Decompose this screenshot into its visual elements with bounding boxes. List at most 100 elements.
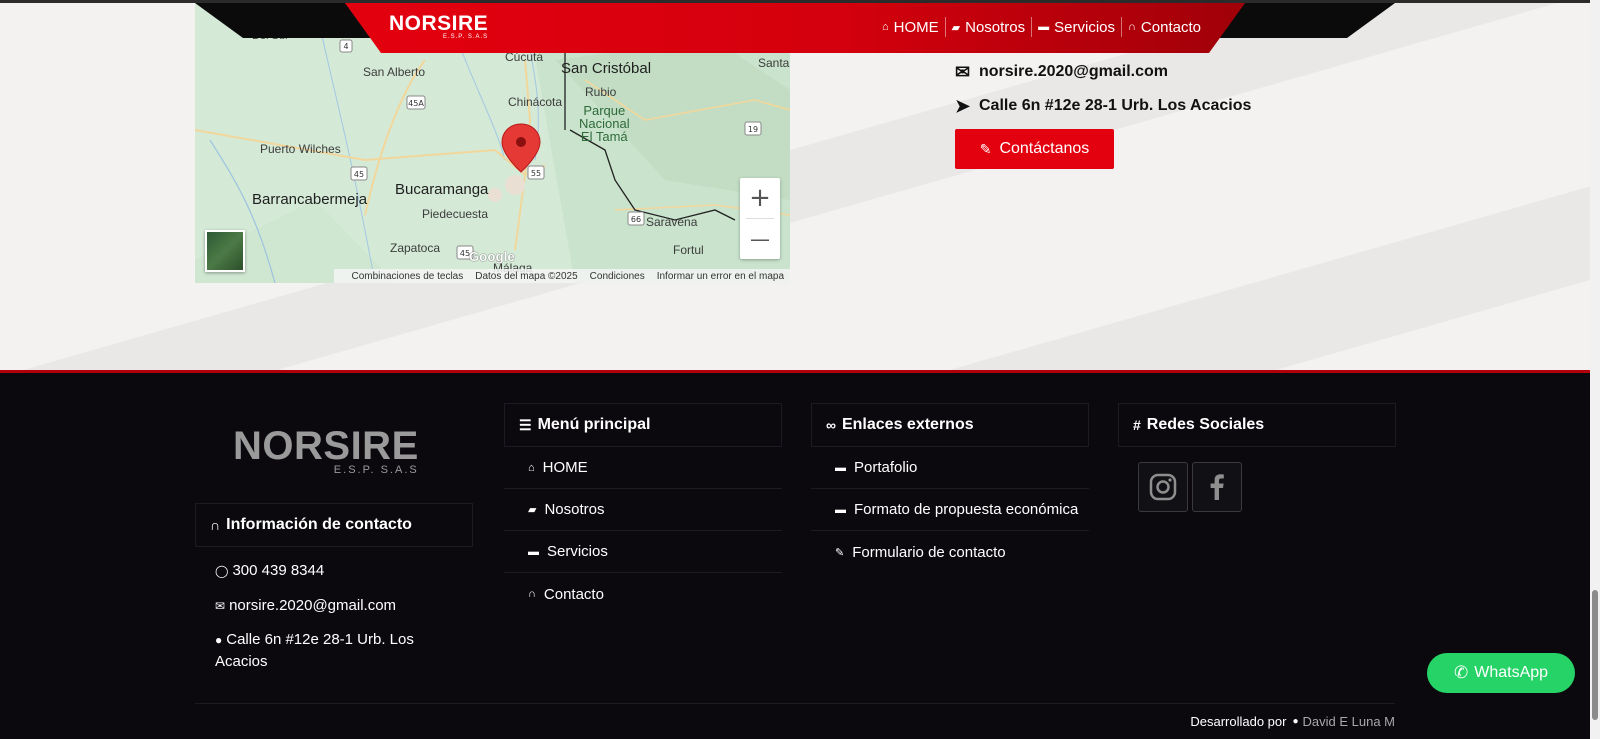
nav-link-contacto[interactable]: ∩ Contacto [1122,16,1207,38]
headset-icon: ∩ [528,588,536,600]
map-label-chinacota: Chinácota [508,95,563,109]
whatsapp-label: WhatsApp [1474,664,1549,681]
top-rule [0,0,1600,3]
contact-us-label: Contáctanos [999,140,1090,157]
contact-info: ✉ norsire.2020@gmail.com ➤ Calle 6n #12e… [955,55,1251,123]
contact-email-row: ✉ norsire.2020@gmail.com [955,55,1251,89]
map-label-zapatoca: Zapatoca [390,241,441,255]
map-label-santa: Santa [758,56,790,70]
footer-links-heading: ∞ Enlaces externos [811,403,1089,447]
home-icon: ⌂ [528,461,535,474]
footer-menu-item-nosotros[interactable]: ▰ Nosotros [504,489,782,531]
envelope-icon: ✉ [955,61,971,82]
map-label-parque: Parque Nacional El Tamá [579,103,630,144]
folder-open-icon: ▬ [835,461,846,474]
nav-link-home[interactable]: ⌂ HOME [876,16,945,38]
contact-us-button[interactable]: ✎ Contáctanos [955,129,1114,169]
nav-link-nosotros[interactable]: ▰ Nosotros [946,16,1032,38]
folder-open-icon: ▬ [1038,21,1050,33]
footer-link-label: Formato de propuesta económica [854,501,1079,518]
footer-contact-section: ∩ Información de contacto [195,503,473,547]
google-logo: Google [469,249,515,264]
nav-link-label: Contacto [1140,18,1201,36]
folder-open-icon: ▬ [835,503,846,516]
map-footer: Combinaciones de teclas Datos del mapa ©… [333,269,790,283]
zoom-in-button[interactable]: + [740,178,780,218]
footer-menu-column: ☰ Menú principal ⌂ HOME ▰ Nosotros ▬ Ser… [504,403,782,615]
instagram-icon [1149,473,1177,501]
facebook-icon [1210,474,1224,500]
navbar-links: ⌂ HOME ▰ Nosotros ▬ Servicios ∩ Contacto [876,16,1207,38]
footer-contact-heading: ∩ Información de contacto [195,503,473,547]
credits-author[interactable]: David E Luna M [1303,714,1396,729]
footer-menu-label: Servicios [547,543,608,560]
map-zoom-control: + — [740,178,780,259]
whatsapp-button[interactable]: ✆ WhatsApp [1427,653,1575,693]
instagram-button[interactable] [1138,462,1188,512]
whatsapp-icon: ◯ [215,564,229,578]
satellite-view-toggle[interactable] [205,230,245,272]
chat-bubble-icon: ▰ [951,21,961,34]
footer-link-portafolio[interactable]: ▬ Portafolio [811,447,1089,489]
map-label-saravena: Saravena [646,215,698,229]
footer-link-label: Formulario de contacto [852,543,1006,561]
location-arrow-icon: ➤ [955,95,971,116]
edit-icon: ✎ [979,140,992,157]
footer-menu-item-servicios[interactable]: ▬ Servicios [504,531,782,573]
footer-links-column: ∞ Enlaces externos ▬ Portafolio ▬ Format… [811,403,1089,573]
contact-email: norsire.2020@gmail.com [979,63,1169,80]
scrollbar-thumb[interactable] [1592,590,1598,720]
page-scrollbar[interactable] [1590,0,1600,739]
terms-link[interactable]: Condiciones [590,271,645,282]
footer-phone-text: 300 439 8344 [232,562,325,579]
contact-section: Del Sur Cúcuta San Cristóbal San Alberto… [0,0,1600,370]
footer-logo-name: NORSIRE [233,424,419,468]
map-label-san-cristobal: San Cristóbal [561,60,652,77]
footer-contact-heading-text: Información de contacto [226,516,412,533]
navbar-logo[interactable]: NORSIRE E.S.P. S.A.S [389,12,489,41]
edit-icon: ✎ [835,546,845,559]
hashtag-icon: # [1133,417,1141,433]
map-label-bucaramanga: Bucaramanga [395,181,489,198]
footer-logo[interactable]: NORSIRE E.S.P. S.A.S [233,426,419,476]
footer-email[interactable]: ✉ norsire.2020@gmail.com [215,595,435,617]
nav-link-servicios[interactable]: ▬ Servicios [1032,16,1121,38]
list-icon: ☰ [519,416,532,433]
contact-address: Calle 6n #12e 28-1 Urb. Los Acacios [979,97,1252,114]
google-logo-text: Google [469,249,515,264]
footer-divider [195,703,1395,704]
footer-menu-heading: ☰ Menú principal [504,403,782,447]
footer-link-formulario[interactable]: ✎ Formulario de contacto [811,531,1089,573]
headset-icon: ∩ [1128,21,1136,33]
footer-address: ● Calle 6n #12e 28-1 Urb. Los Acacios [215,629,435,673]
zoom-out-button[interactable]: — [740,219,780,259]
footer-link-label: Portafolio [854,459,918,476]
footer-link-propuesta[interactable]: ▬ Formato de propuesta económica [811,489,1089,531]
nav-link-label: Servicios [1054,18,1116,36]
footer-credits: Desarrollado por ● David E Luna M [1190,714,1395,729]
footer-links-heading-text: Enlaces externos [841,416,974,433]
footer-address-text: Calle 6n #12e 28-1 Urb. Los Acacios [215,631,414,670]
facebook-button[interactable] [1192,462,1242,512]
folder-open-icon: ▬ [528,545,539,558]
contact-address-row: ➤ Calle 6n #12e 28-1 Urb. Los Acacios [955,89,1251,123]
footer-menu-label: Contacto [543,585,604,603]
footer-menu-label: HOME [542,459,588,476]
map-pin-icon: ● [215,633,223,647]
footer-menu-label: Nosotros [544,501,605,518]
navbar-logo-name: NORSIRE [389,12,489,35]
footer-social-column: # Redes Sociales [1118,403,1396,447]
footer-email-text: norsire.2020@gmail.com [229,597,397,614]
map-label-puerto-wilches: Puerto Wilches [260,142,341,156]
report-error-link[interactable]: Informar un error en el mapa [657,271,784,282]
footer-menu-item-home[interactable]: ⌂ HOME [504,447,782,489]
map-label-fortul: Fortul [673,243,704,257]
footer-phone[interactable]: ◯ 300 439 8344 [215,560,435,582]
user-icon: ● [1292,716,1299,727]
keyboard-shortcuts-link[interactable]: Combinaciones de teclas [352,271,464,282]
envelope-icon: ✉ [215,599,226,613]
map-data-text: Datos del mapa ©2025 [475,270,578,282]
headset-icon: ∩ [210,517,221,533]
footer-menu-item-contacto[interactable]: ∩ Contacto [504,573,782,615]
credits-prefix: Desarrollado por [1190,714,1287,729]
